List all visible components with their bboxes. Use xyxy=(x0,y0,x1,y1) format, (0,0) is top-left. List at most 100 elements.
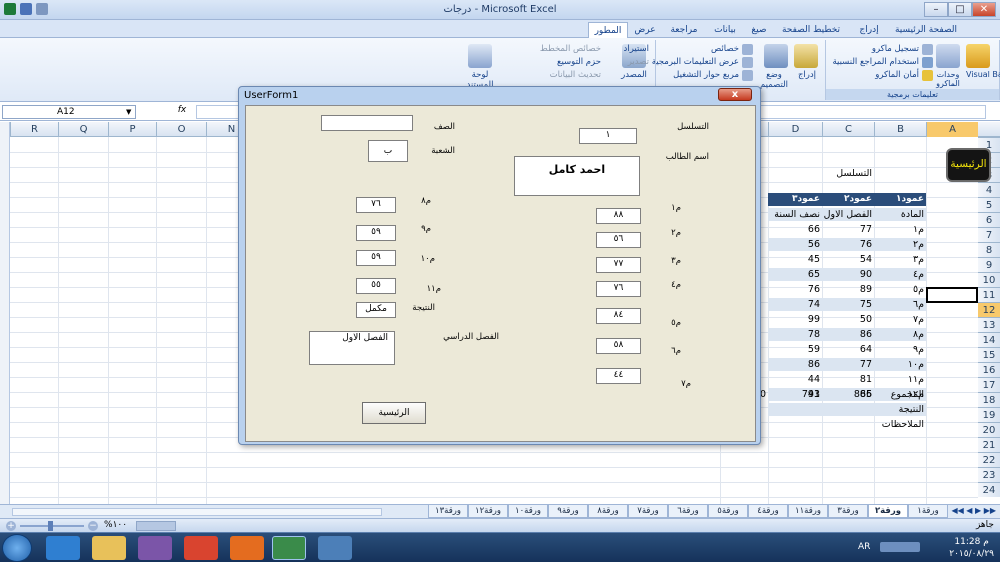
zoom-in-icon[interactable]: + xyxy=(6,521,16,531)
excel-taskbar-icon[interactable] xyxy=(272,536,306,560)
sheet-nav-icon[interactable]: ◀◀ ◀ ▶ ▶▶ xyxy=(951,506,996,515)
subject-cell[interactable]: م٢ xyxy=(874,238,926,251)
sheet-tab[interactable]: ورقة١٢ xyxy=(468,505,508,518)
tab-formulas[interactable]: صيغ xyxy=(746,22,772,38)
row-header[interactable]: 13 xyxy=(978,317,1000,332)
m10-textbox[interactable]: ٥٩ xyxy=(356,250,396,266)
score-cell[interactable]: 77 xyxy=(822,223,874,236)
score-cell[interactable]: 54 xyxy=(822,253,874,266)
sheet-tab[interactable]: ورقة٢ xyxy=(868,505,908,518)
row-header[interactable]: 24 xyxy=(978,482,1000,497)
expansion-packs-button[interactable]: حزم التوسيع xyxy=(557,57,601,67)
row-header[interactable]: 15 xyxy=(978,347,1000,362)
score-cell[interactable]: 76 xyxy=(822,238,874,251)
score-cell[interactable]: 65 xyxy=(768,268,822,281)
m5-textbox[interactable]: ٨٤ xyxy=(596,308,641,324)
chevron-down-icon[interactable]: ▼ xyxy=(126,108,131,116)
row-header[interactable]: 17 xyxy=(978,377,1000,392)
score-cell[interactable]: 44 xyxy=(768,373,822,386)
relative-refs-button[interactable]: استخدام المراجع النسبية xyxy=(832,57,919,67)
visual-basic-button[interactable]: Visual Basic xyxy=(966,70,1000,79)
table-header[interactable]: عمود٢ xyxy=(822,193,874,206)
row-header[interactable]: 9 xyxy=(978,257,1000,272)
subject-cell[interactable]: م٤ xyxy=(874,268,926,281)
tab-data[interactable]: بيانات xyxy=(706,22,744,38)
score-cell[interactable]: 81 xyxy=(822,373,874,386)
chrome-icon[interactable] xyxy=(184,536,218,560)
m7-textbox[interactable]: ٤٤ xyxy=(596,368,641,384)
run-dialog-button[interactable]: مربع حوار التشغيل xyxy=(673,70,739,80)
main-button[interactable]: الرئيسية xyxy=(946,148,991,182)
table-header[interactable]: عمود٣ xyxy=(768,193,822,206)
score-cell[interactable]: 76 xyxy=(768,283,822,296)
subject-cell[interactable]: م٧ xyxy=(874,313,926,326)
m1-textbox[interactable]: ٨٨ xyxy=(596,208,641,224)
row-header[interactable]: 14 xyxy=(978,332,1000,347)
result-label[interactable]: النتيجة xyxy=(768,403,926,416)
column-header[interactable]: D xyxy=(768,122,822,137)
row-header[interactable]: 21 xyxy=(978,437,1000,452)
class-textbox[interactable] xyxy=(321,115,413,131)
firefox-icon[interactable] xyxy=(230,536,264,560)
tab-insert[interactable]: إدراج xyxy=(852,22,886,38)
properties-button[interactable]: خصائص xyxy=(711,44,739,54)
score-cell[interactable]: 59 xyxy=(768,343,822,356)
design-mode-button[interactable]: وضع التصميم xyxy=(756,70,792,90)
tab-review[interactable]: مراجعة xyxy=(662,22,706,38)
sheet-tab[interactable]: ورقة٨ xyxy=(588,505,628,518)
row-header[interactable]: 7 xyxy=(978,227,1000,242)
row-header[interactable]: 20 xyxy=(978,422,1000,437)
score-cell[interactable]: 78 xyxy=(768,328,822,341)
score-cell[interactable]: 66 xyxy=(768,223,822,236)
total-label[interactable]: المجموع xyxy=(874,388,926,401)
language-indicator[interactable]: AR xyxy=(858,542,870,552)
m11-textbox[interactable]: ٥٥ xyxy=(356,278,396,294)
zoom-level[interactable]: ١٠٠% xyxy=(104,520,127,530)
userform-main-button[interactable]: الرئيسية xyxy=(362,402,426,424)
m6-textbox[interactable]: ٥٨ xyxy=(596,338,641,354)
row-header[interactable]: 10 xyxy=(978,272,1000,287)
macro-security-button[interactable]: أمان الماكرو xyxy=(875,70,919,80)
tab-view[interactable]: عرض xyxy=(630,22,660,38)
subject-cell[interactable]: م١ xyxy=(874,223,926,236)
score-cell[interactable]: 90 xyxy=(822,268,874,281)
score-cell[interactable]: 45 xyxy=(768,253,822,266)
subheader-cell[interactable]: الفصل الاول xyxy=(822,208,874,221)
visual-basic-icon[interactable] xyxy=(966,44,990,68)
result-textbox[interactable]: مكمل xyxy=(356,302,396,318)
subheader-cell[interactable]: المادة xyxy=(874,208,926,221)
insert-controls-button[interactable]: إدراج xyxy=(794,70,820,80)
source-button[interactable]: المصدر xyxy=(618,70,650,80)
row-header[interactable]: 6 xyxy=(978,212,1000,227)
map-props-button[interactable]: خصائص المخطط xyxy=(540,44,601,54)
undo-icon[interactable] xyxy=(36,3,48,15)
subject-cell[interactable]: م١١ xyxy=(874,373,926,386)
table-header[interactable]: عمود١ xyxy=(874,193,926,206)
score-cell[interactable]: 86 xyxy=(822,328,874,341)
notes-label[interactable]: الملاحظات xyxy=(768,418,926,431)
m9-textbox[interactable]: ٥٩ xyxy=(356,225,396,241)
macros-button[interactable]: وحدات الماكرو xyxy=(930,70,966,88)
score-cell[interactable]: 75 xyxy=(822,298,874,311)
minimize-button[interactable]: – xyxy=(924,2,948,17)
row-header[interactable]: 22 xyxy=(978,452,1000,467)
column-header[interactable]: P xyxy=(108,122,156,137)
sheet-tab[interactable]: ورقة١ xyxy=(908,505,948,518)
sheet-tab[interactable]: ورقة١٣ xyxy=(428,505,468,518)
subject-cell[interactable]: م٣ xyxy=(874,253,926,266)
macros-icon[interactable] xyxy=(936,44,960,68)
clock[interactable]: 11:28 م ٢٠١٥/٠٨/٢٩ xyxy=(949,536,994,560)
sheet-tab[interactable]: ورقة٦ xyxy=(668,505,708,518)
row-header[interactable]: 11 xyxy=(978,287,1000,302)
sheet-tab[interactable]: ورقة٣ xyxy=(828,505,868,518)
sheet-tab[interactable]: ورقة٩ xyxy=(548,505,588,518)
design-mode-icon[interactable] xyxy=(764,44,788,68)
score-cell[interactable]: 86 xyxy=(768,358,822,371)
column-header[interactable]: C xyxy=(822,122,874,137)
row-header[interactable]: 16 xyxy=(978,362,1000,377)
column-header[interactable]: Q xyxy=(58,122,108,137)
export-button[interactable]: تصدير xyxy=(628,57,649,67)
start-button-icon[interactable] xyxy=(2,534,32,562)
insert-controls-icon[interactable] xyxy=(794,44,818,68)
seq-textbox[interactable]: ١ xyxy=(579,128,637,144)
